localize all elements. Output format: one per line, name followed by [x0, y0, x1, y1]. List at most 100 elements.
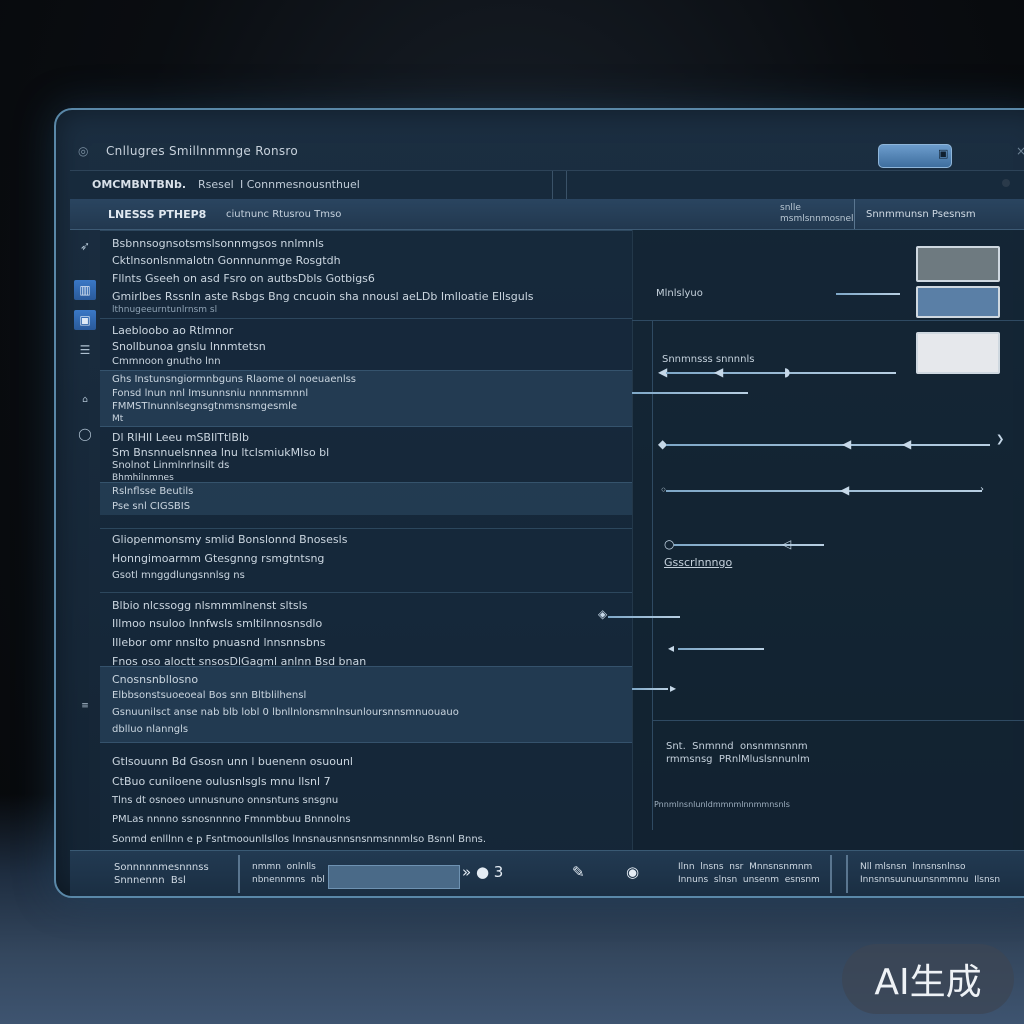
app-window: ◎ Cnllugres Smillnnmnge Ronsro ▣ × OMCMB… [54, 108, 1024, 898]
menu-icon[interactable]: ≡ [74, 696, 96, 716]
media-controls[interactable]: » ● 3 [462, 863, 503, 881]
slider-track[interactable] [608, 616, 680, 618]
list-item-line: Illebor omr nnslto pnuasnd lnnsnnsbns [112, 636, 326, 649]
status-left: Sonnnnnmesnnnss Snnnennn Bsl [114, 862, 209, 886]
list-item-line: Gsnuunilsct anse nab blb lobl 0 lbnllnlo… [112, 707, 459, 718]
arrow-left-icon[interactable]: ◀ [840, 484, 849, 496]
toolbar-right-label[interactable]: Snnmmunsn Psesnsm [866, 209, 976, 220]
circle-handle-icon[interactable]: ○ [664, 538, 674, 550]
list-item-line: Cktlnsonlsnmalotn Gonnnunmge Rosgtdh [112, 254, 341, 267]
property-label: Mlnlslyuo [656, 288, 703, 299]
slider-track[interactable] [666, 444, 990, 446]
color-swatch[interactable] [916, 286, 1000, 318]
list-item[interactable]: Rslnflsse Beutils Pse snl CIGSBIS [100, 482, 632, 515]
chart-icon[interactable]: ▥ [74, 280, 96, 300]
status-mid: nmmn onlnlls nbnennmns nbl [252, 862, 325, 885]
slider-track[interactable] [836, 293, 900, 295]
eye-icon[interactable]: ◉ [626, 863, 639, 881]
menu-item-primary[interactable]: OMCMBNTBNb. [92, 178, 186, 191]
list-item-line: Cnosnsnbllosno [112, 673, 199, 686]
list-item-line: Snolnot Linmlnrlnsilt ds [112, 460, 230, 471]
list-icon[interactable]: ☰ [74, 340, 96, 360]
list-item[interactable]: Dl RlHlI Leeu mSBIlTtlBlb Sm Bnsnnuelsnn… [100, 426, 632, 483]
panel-divider [652, 720, 1024, 721]
arrow-left-icon[interactable]: ◀ [842, 438, 851, 450]
arrow-left-icon[interactable]: ◀ [902, 438, 911, 450]
window-action-icon: ▣ [938, 147, 949, 160]
list-item-line: PMLas nnnno ssnosnnnno Fmnmbbuu Bnnnolns [112, 814, 351, 825]
slider-track[interactable] [632, 688, 668, 690]
list-item-line: Dl RlHlI Leeu mSBIlTtlBlb [112, 431, 249, 444]
property-label: Snnmnsss snnnnls [662, 354, 755, 365]
slider-track[interactable] [678, 648, 764, 650]
panel-divider [652, 320, 653, 830]
color-swatch[interactable] [916, 332, 1000, 374]
list-item[interactable]: Laebloobo ao Rtlmnor Snollbunoa gnslu ln… [100, 318, 632, 371]
slider-track[interactable] [666, 490, 982, 492]
list-item-line: Fllnts Gseeh on asd Fsro on autbsDbls Go… [112, 272, 375, 285]
list-item[interactable]: Ghs Instunsngiormnbguns Rlaome ol noeuae… [100, 370, 632, 427]
chevron-icon[interactable]: ❯ [996, 434, 1004, 446]
arrow-left-icon[interactable]: ◀ [714, 366, 723, 378]
menu-bar: OMCMBNTBNb. Rsesel I Connmesnousnthuel [70, 170, 1024, 200]
list-item[interactable]: Cnosnsnbllosno Elbbsonstsuoeoeal Bos snn… [100, 666, 632, 743]
header-toolbar: LNESSS PTHEP8 ciutnunc Rtusrou Tmso snll… [70, 199, 1024, 230]
toolbar-meta: snlle msmlsnnmosnel [780, 203, 854, 224]
image-icon[interactable]: ▣ [74, 310, 96, 330]
list-item[interactable]: Bsbnnsognsotsmslsonnmgsos nnlmnls Cktlns… [100, 230, 632, 319]
color-swatch[interactable] [916, 246, 1000, 282]
circle-icon[interactable]: ◯ [74, 424, 96, 444]
menu-item-tertiary[interactable]: I Connmesnousnthuel [240, 178, 360, 191]
status-info: Ilnn lnsns nsr Mnnsnsnmnm Innuns slnsn u… [678, 862, 820, 885]
list-item-line: Tlns dt osnoeo unnusnuno onnsntuns snsgn… [112, 795, 339, 806]
list-item-line: Gtlsouunn Bd Gsosn unn l buenenn osuounl [112, 755, 353, 768]
menu-item-secondary[interactable]: Rsesel [198, 178, 234, 191]
home-icon[interactable]: ⌂ [74, 390, 96, 410]
property-label: Snt. Snmnnd onsnmnsnnm rmmsnsg PRnlMlusl… [666, 741, 810, 765]
status-divider [830, 855, 832, 893]
list-item[interactable]: Gtlsouunn Bd Gsosn unn l buenenn osuounl… [100, 742, 632, 851]
toolbar-title: LNESSS PTHEP8 [108, 208, 207, 221]
toolbar-divider [854, 199, 855, 229]
content-list: Bsbnnsognsotsmslsonnmgsos nnlmnls Cktlns… [100, 230, 633, 850]
list-item-line: Mt [112, 414, 124, 424]
list-item[interactable]: Blbio nlcssogg nlsmmmlnenst sltsls Illmo… [100, 592, 632, 668]
list-item-line: Snollbunoa gnslu lnnmtetsn [112, 340, 266, 353]
pen-icon[interactable]: ✎ [572, 863, 585, 881]
chevron-icon[interactable]: › [980, 484, 984, 496]
handle-icon[interactable]: ▸ [670, 682, 676, 694]
list-item-line: Gmirlbes Rssnln aste Rsbgs Bng cncuoin s… [112, 290, 534, 303]
list-item-line: lthnugeeurntunlrnsm sl [112, 305, 218, 315]
arrow-left-icon[interactable]: ◂ [668, 642, 674, 654]
slider-track[interactable] [632, 392, 748, 394]
title-bar: ◎ Cnllugres Smillnnmnge Ronsro ▣ × [56, 136, 1024, 168]
pointer-icon[interactable]: ➶ [74, 236, 96, 256]
list-item-line: Fonsd lnun nnl Imsunnsniu nnnmsmnnl [112, 388, 309, 399]
ai-generated-watermark: AI生成 [842, 944, 1014, 1014]
slider-handle-icon[interactable]: ◗ [784, 366, 790, 378]
list-item-line: Illmoo nsuloo lnnfwsls smltilnnosnsdlo [112, 617, 323, 630]
status-dot-icon [1002, 179, 1010, 187]
list-item-line: Cmmnoon gnutho lnn [112, 356, 221, 367]
slider-track[interactable] [674, 544, 824, 546]
properties-panel: Mlnlslyuo Snnmnsss snnnnls ◀ ◀ ◗ ◆ ◀ ◀ ❯… [598, 230, 1024, 850]
slider-handle-icon[interactable]: ◁ [782, 538, 791, 550]
status-divider [238, 855, 240, 893]
slider-track[interactable] [666, 372, 896, 374]
status-right: Nll mlsnsn lnnsnsnlnso Innsnnsuunuunsnmm… [860, 862, 1001, 885]
app-icon: ◎ [78, 144, 89, 158]
list-item-line: Gsotl mnggdlungsnnlsg ns [112, 570, 245, 581]
property-label: Gsscrlnnngo [664, 556, 733, 569]
status-input[interactable] [328, 865, 460, 889]
menu-divider [566, 171, 567, 199]
list-item-line: CtBuo cuniloene oulusnlsgls mnu llsnl 7 [112, 775, 331, 788]
toolbar-subtitle: ciutnunc Rtusrou Tmso [226, 209, 342, 220]
list-item-line: Pse snl CIGSBIS [112, 501, 191, 512]
close-icon[interactable]: × [1016, 144, 1024, 158]
menu-divider [552, 171, 553, 199]
panel-divider [632, 320, 1024, 321]
diamond-icon[interactable]: ◈ [598, 608, 607, 620]
list-item[interactable]: Gliopenmonsmy smlid Bonslonnd Bnosesls H… [100, 528, 632, 593]
list-item-line: Bsbnnsognsotsmslsonnmgsos nnlmnls [112, 237, 324, 250]
window-title: Cnllugres Smillnnmnge Ronsro [106, 144, 299, 158]
